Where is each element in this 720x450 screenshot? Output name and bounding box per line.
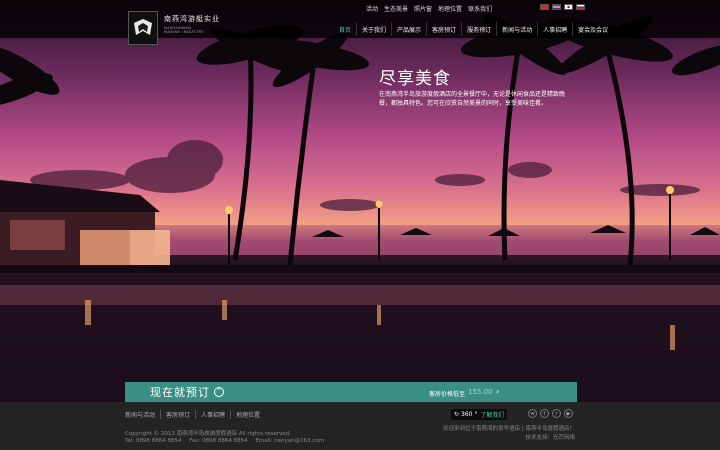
main-nav: 首页 关于我们 产品展示 客房预订 服务预订 新闻与活动 人事招聘 宴会及会议: [334, 22, 613, 36]
vr-label: 360 °: [461, 411, 478, 418]
footer-tech-support: 技术支持：光芒网络: [525, 435, 575, 441]
util-link-photos[interactable]: 照片窗: [414, 4, 432, 13]
nav-products[interactable]: 产品展示: [391, 22, 426, 36]
footer: 新闻与活动 客房预订 人事招聘 地理位置 Copyright © 2013 南燕…: [0, 402, 720, 450]
brand-name-cn: 南燕湾游艇实业: [164, 15, 220, 23]
util-link-activity[interactable]: 活动: [366, 4, 378, 13]
util-link-location[interactable]: 地理位置: [438, 4, 462, 13]
nav-news[interactable]: 新闻与活动: [496, 22, 537, 36]
hero-banner: [0, 0, 720, 402]
chevron-up-icon[interactable]: ^: [214, 387, 224, 397]
hero-title: 尽享美食: [379, 69, 451, 89]
flag-jp-icon[interactable]: [564, 4, 573, 10]
contact-email[interactable]: Email: nanyan@163.com: [255, 438, 324, 444]
tencent-icon[interactable]: t: [540, 409, 549, 418]
nav-room-booking[interactable]: 客房预订: [426, 22, 461, 36]
flag-ru-icon[interactable]: [576, 4, 585, 10]
hero-description: 在南燕湾半岛旅游度假酒店的全景餐厅中，无论是休闲食品还是精致晚餐，都独具特色。您…: [379, 91, 566, 107]
footer-links: 新闻与活动 客房预订 人事招聘 地理位置: [125, 410, 265, 419]
refresh-icon: ↻: [454, 411, 460, 418]
booking-title[interactable]: 现在就预订: [150, 384, 210, 400]
social-icons: w t r ▶: [528, 409, 573, 418]
nav-banquet[interactable]: 宴会及会议: [572, 22, 613, 36]
booking-bar[interactable]: 现在就预订 ^ 客房价格低至 155.00 ›: [125, 382, 577, 402]
logo-text: 南燕湾游艇实业 NANYANWAN MARINE INDUSTRY: [164, 14, 234, 34]
hero-scene-image: [0, 15, 720, 402]
booking-price-value: 155.00: [468, 388, 493, 396]
nav-about[interactable]: 关于我们: [356, 22, 391, 36]
vr-tour-badge[interactable]: ↻ 360 ° 了解我们: [451, 409, 507, 420]
footer-welcome: 欢迎来到位于南燕湾的豪华酒店 | 南燕半岛度假酒店！: [443, 426, 575, 432]
copyright: Copyright © 2013 南燕湾半岛旅游度假酒店 All rights …: [125, 431, 291, 437]
contact-info: Tel: 0898 8864 8854 Fax: 0898 8864 8854 …: [125, 438, 330, 444]
logo[interactable]: [128, 11, 158, 45]
chevron-right-icon[interactable]: ›: [496, 387, 499, 396]
logo-icon: [134, 19, 152, 35]
vr-link[interactable]: 了解我们: [480, 410, 504, 419]
language-flags: [540, 4, 585, 10]
footer-link-careers[interactable]: 人事招聘: [195, 410, 230, 419]
contact-tel: Tel: 0898 8864 8854: [125, 438, 182, 444]
footer-link-location[interactable]: 地理位置: [230, 410, 265, 419]
nav-home[interactable]: 首页: [334, 22, 356, 36]
nav-careers[interactable]: 人事招聘: [537, 22, 572, 36]
util-link-contact[interactable]: 联系我们: [468, 4, 492, 13]
renren-icon[interactable]: r: [552, 409, 561, 418]
footer-link-news[interactable]: 新闻与活动: [125, 410, 160, 419]
contact-fax: Fax: 0898 8864 8854: [189, 438, 248, 444]
footer-link-booking[interactable]: 客房预订: [160, 410, 195, 419]
flag-us-icon[interactable]: [552, 4, 561, 10]
utility-links: 活动 生态美景 照片窗 地理位置 联系我们: [366, 4, 492, 13]
nav-service-booking[interactable]: 服务预订: [461, 22, 496, 36]
booking-price-label: 客房价格低至: [429, 391, 466, 398]
brand-name-en-2: MARINE INDUSTRY: [164, 30, 204, 34]
play-icon[interactable]: ▶: [564, 409, 573, 418]
flag-cn-icon[interactable]: [540, 4, 549, 10]
util-link-scenery[interactable]: 生态美景: [384, 4, 408, 13]
weibo-icon[interactable]: w: [528, 409, 537, 418]
